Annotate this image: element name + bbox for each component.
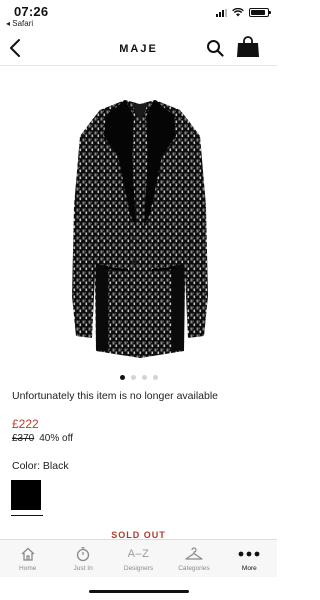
discount-label: 40% off [39,433,73,444]
color-swatch-black[interactable] [11,480,41,510]
sale-price: £222 [12,417,39,431]
a-z-icon: A–Z [127,548,150,560]
home-indicator[interactable] [89,590,189,593]
tab-bar: Home Just In A–Z Designers Categories Mo… [0,539,277,577]
pager-dot[interactable] [141,375,147,380]
signal-icon [216,8,227,17]
image-pager[interactable] [0,375,277,380]
pager-dot[interactable] [119,375,125,380]
battery-level [251,10,266,15]
tab-home[interactable]: Home [0,540,55,577]
back-to-safari-link[interactable]: ◂ Safari [6,19,33,28]
tab-label: Categories [178,565,210,572]
pager-dot[interactable] [152,375,158,380]
tab-label: More [241,565,257,572]
color-swatch-selected[interactable] [11,480,43,516]
unavailable-message: Unfortunately this item is no longer ava… [12,390,219,402]
battery-icon [249,8,271,17]
shopping-bag-icon[interactable] [236,36,260,58]
tab-label: Designers [123,565,154,572]
status-bar: 07:26 ◂ Safari [0,0,277,30]
home-icon [16,544,40,564]
tab-label: Just In [73,565,93,572]
original-price-row: £370 40% off [12,433,73,444]
search-icon[interactable] [206,39,224,57]
status-indicators [216,8,271,17]
tab-more[interactable]: More [222,540,277,577]
product-image-blazer[interactable] [70,96,210,361]
hanger-icon [182,544,206,564]
wifi-icon [232,8,244,17]
color-label: Color: Black [12,460,69,472]
stopwatch-icon [71,544,95,564]
nav-bar: MAJE [0,32,277,66]
tab-designers[interactable]: A–Z Designers [111,540,166,577]
tab-categories[interactable]: Categories [166,540,221,577]
tab-label: Home [19,565,37,572]
original-price: £370 [12,433,35,444]
tab-just-in[interactable]: Just In [55,540,110,577]
pager-dot[interactable] [130,375,136,380]
more-dots-icon [237,544,261,564]
status-time: 07:26 [14,4,49,19]
